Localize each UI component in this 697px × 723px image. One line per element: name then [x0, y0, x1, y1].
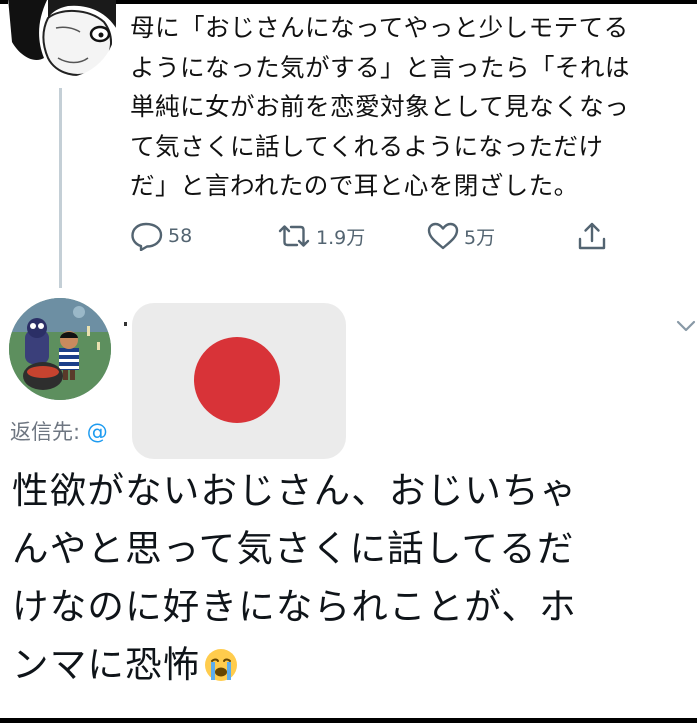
avatar-game-scene	[9, 298, 111, 400]
redaction-box	[132, 303, 346, 459]
like-button[interactable]: 5万	[426, 216, 495, 256]
share-icon	[576, 220, 608, 252]
tweet-line: 性欲がないおじさん、おじいちゃ	[12, 469, 578, 512]
reply-to-handle[interactable]: @	[87, 420, 108, 444]
tweet-line: 母に「おじさんになってやっと少しモテてる	[130, 13, 629, 42]
avatar[interactable]	[8, 0, 116, 78]
tweet-line: だ」と言われたので耳と心を閉ざした。	[130, 171, 579, 200]
tweet-actions: 58 1.9万 5万	[130, 216, 610, 256]
tweet-text: 母に「おじさんになってやっと少しモテてる ようになった気がする」と言ったら「それ…	[130, 8, 690, 206]
reply-count: 58	[168, 225, 193, 247]
loudly-crying-face-icon	[203, 642, 239, 700]
tweet-line: んやと思って気さくに話してるだ	[12, 527, 575, 570]
tweet-text: 性欲がないおじさん、おじいちゃ んやと思って気さくに話してるだ けなのに好きにな…	[12, 462, 692, 700]
reply-to-line: 返信先: @	[10, 416, 108, 446]
tweet-line: ようになった気がする」と言ったら「それは	[130, 52, 630, 82]
retweet-icon	[276, 221, 312, 251]
redaction-circle	[194, 337, 280, 423]
thread-connector	[59, 88, 62, 288]
like-count: 5万	[464, 226, 496, 249]
bottom-frame-bar	[0, 718, 697, 723]
reply-button[interactable]: 58	[130, 216, 192, 256]
avatar[interactable]	[9, 298, 111, 400]
tweet-line: て気さくに話してくれるようになっただけ	[130, 131, 604, 161]
chevron-down-icon[interactable]	[675, 318, 697, 334]
retweet-count: 1.9万	[316, 226, 366, 249]
share-button[interactable]	[576, 216, 608, 256]
avatar-illustration	[8, 0, 116, 78]
retweet-button[interactable]: 1.9万	[276, 216, 365, 256]
like-icon	[426, 221, 460, 251]
tweet-line: ンマに恐怖	[12, 643, 201, 686]
tweet-line: けなのに好きになられことが、ホ	[12, 585, 577, 628]
name-fragment	[124, 322, 127, 326]
reply-icon	[130, 221, 164, 251]
tweet-line: 単純に女がお前を恋愛対象として見なくなっ	[130, 92, 630, 121]
reply-to-label: 返信先:	[10, 420, 81, 444]
